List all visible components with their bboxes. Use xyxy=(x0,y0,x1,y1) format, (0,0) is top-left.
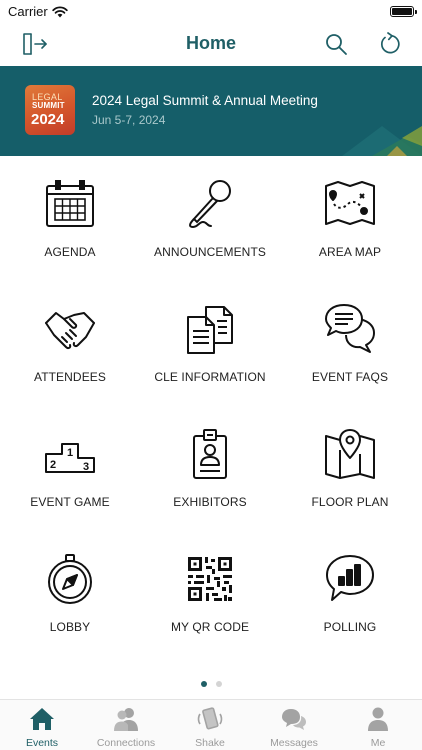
svg-text:1: 1 xyxy=(67,447,73,459)
tab-label: Connections xyxy=(96,737,156,749)
tile-floor-plan[interactable]: FLOOR PLAN xyxy=(280,406,420,531)
tile-polling[interactable]: POLLING xyxy=(280,531,420,656)
qr-code-icon xyxy=(188,557,232,601)
home-icon xyxy=(30,708,54,730)
battery-icon xyxy=(390,6,417,17)
carrier-label: Carrier xyxy=(8,4,48,19)
search-button[interactable] xyxy=(320,28,352,60)
tab-label: Shake xyxy=(195,737,225,749)
page-indicator[interactable] xyxy=(0,681,422,689)
handshake-icon xyxy=(45,312,95,350)
tile-cle-information[interactable]: CLE INFORMATION xyxy=(140,281,280,406)
wifi-icon xyxy=(52,5,68,17)
map-route-icon xyxy=(325,181,375,225)
refresh-icon xyxy=(380,32,400,54)
poll-chart-icon xyxy=(326,555,374,601)
tile-lobby[interactable]: LOBBY xyxy=(0,531,140,656)
tile-event-game[interactable]: 2 1 3 EVENT GAME xyxy=(0,406,140,531)
tile-label: LOBBY xyxy=(49,620,91,634)
tab-events[interactable]: Events xyxy=(0,700,84,750)
tile-label: AGENDA xyxy=(44,245,96,259)
tile-label: ATTENDEES xyxy=(33,370,107,384)
event-banner[interactable]: LEGAL SUMMIT 2024 2024 Legal Summit & An… xyxy=(0,66,422,156)
tile-label: MY QR CODE xyxy=(170,620,250,634)
tab-label: Messages xyxy=(270,737,318,749)
tile-attendees[interactable]: ATTENDEES xyxy=(0,281,140,406)
tile-agenda[interactable]: AGENDA xyxy=(0,156,140,281)
tab-messages[interactable]: Messages xyxy=(252,700,336,750)
chat-icon xyxy=(282,709,306,730)
tab-shake[interactable]: Shake xyxy=(168,700,252,750)
nav-bar: Home xyxy=(0,22,422,66)
tile-label: CLE INFORMATION xyxy=(154,370,266,384)
svg-text:3: 3 xyxy=(83,461,89,473)
tile-label: EVENT GAME xyxy=(30,495,110,509)
event-title: 2024 Legal Summit & Annual Meeting xyxy=(92,93,318,108)
microphone-icon xyxy=(189,180,231,229)
tab-label: Me xyxy=(370,737,386,749)
tile-label: EVENT FAQS xyxy=(311,370,389,384)
feature-grid: AGENDA ANNOUNCEMENTS AREA MAP ATTENDEES xyxy=(0,156,422,656)
tile-label: FLOOR PLAN xyxy=(311,495,389,509)
event-date: Jun 5-7, 2024 xyxy=(92,113,166,127)
page-dot-active[interactable] xyxy=(200,681,207,687)
carrier-indicator: Carrier xyxy=(8,4,68,19)
tile-label: POLLING xyxy=(323,620,377,634)
tile-my-qr-code[interactable]: MY QR CODE xyxy=(140,531,280,656)
svg-text:2: 2 xyxy=(50,459,56,471)
tab-label: Events xyxy=(25,737,59,749)
tab-me[interactable]: Me xyxy=(336,700,420,750)
compass-icon xyxy=(48,554,92,604)
person-icon xyxy=(368,707,388,731)
chat-bubbles-icon xyxy=(325,304,375,353)
event-logo: LEGAL SUMMIT 2024 xyxy=(25,85,75,135)
calendar-icon xyxy=(46,180,94,227)
tile-event-faqs[interactable]: EVENT FAQS xyxy=(280,281,420,406)
tile-announcements[interactable]: ANNOUNCEMENTS xyxy=(140,156,280,281)
tile-label: AREA MAP xyxy=(318,245,382,259)
people-icon xyxy=(114,708,138,731)
tab-connections[interactable]: Connections xyxy=(84,700,168,750)
map-pin-icon xyxy=(325,429,375,479)
tile-area-map[interactable]: AREA MAP xyxy=(280,156,420,281)
tile-label: ANNOUNCEMENTS xyxy=(154,245,266,259)
status-bar: Carrier xyxy=(0,0,422,22)
tile-exhibitors[interactable]: EXHIBITORS xyxy=(140,406,280,531)
tile-label: EXHIBITORS xyxy=(173,495,247,509)
documents-icon xyxy=(187,306,233,354)
search-icon xyxy=(326,34,347,55)
banner-decoration xyxy=(342,126,422,156)
refresh-button[interactable] xyxy=(374,28,406,60)
page-title: Home xyxy=(185,33,236,53)
badge-icon xyxy=(193,429,227,479)
shake-phone-icon xyxy=(197,707,223,730)
page-dot[interactable] xyxy=(215,681,222,687)
podium-icon: 2 1 3 xyxy=(45,443,95,473)
tab-bar: Events Connections Shake Messages Me xyxy=(0,699,422,750)
